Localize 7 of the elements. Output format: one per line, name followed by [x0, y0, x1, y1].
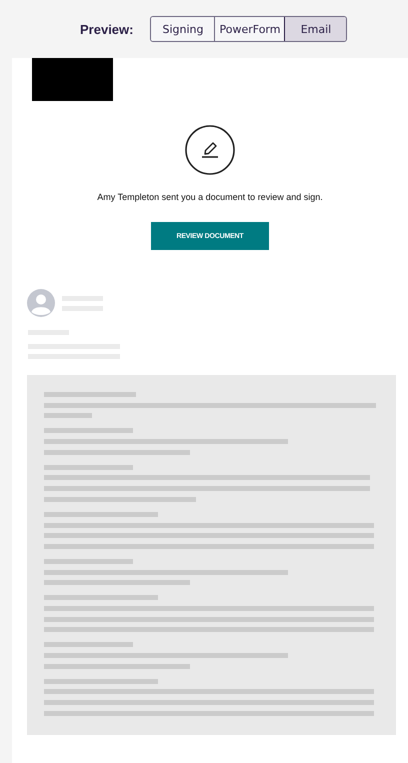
preview-label: Preview:	[80, 22, 134, 36]
pen-icon	[185, 125, 235, 175]
preview-tab[interactable]: Signing	[151, 17, 214, 41]
preview-tab[interactable]: Email	[284, 17, 346, 41]
avatar-icon	[27, 289, 55, 317]
email-message: Amy Templeton sent you a document to review and sign.	[97, 192, 323, 202]
preview-tab[interactable]: PowerForm	[214, 17, 284, 41]
